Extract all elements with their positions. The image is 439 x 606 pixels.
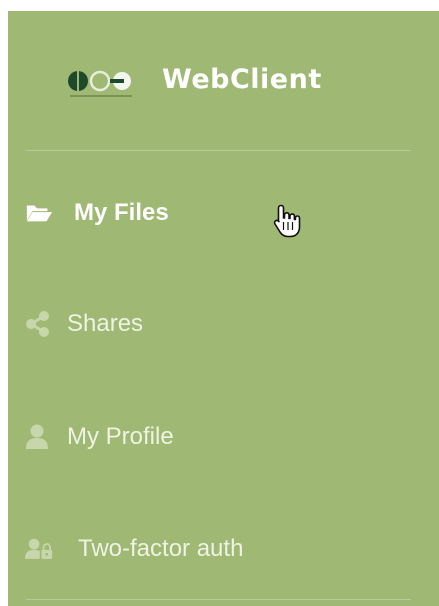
sidebar-item-shares[interactable]: Shares (8, 294, 439, 354)
sidebar-item-label: Two-factor auth (78, 535, 244, 562)
company-logo[interactable] (65, 67, 137, 103)
user-lock-icon (25, 537, 53, 561)
brand-header: WebClient (8, 11, 439, 151)
sidebar: WebClient My Files Shares My Profile Two… (8, 11, 439, 606)
sidebar-item-my-profile[interactable]: My Profile (8, 407, 439, 467)
sidebar-item-label: My Profile (67, 423, 174, 450)
sidebar-item-my-files[interactable]: My Files (8, 183, 439, 243)
app-title: WebClient (162, 64, 322, 95)
user-icon (25, 424, 53, 449)
folder-open-icon (25, 201, 53, 225)
header-divider (26, 150, 411, 151)
footer-divider (26, 599, 411, 600)
sidebar-item-label: My Files (74, 199, 169, 226)
sidebar-item-two-factor-auth[interactable]: Two-factor auth (8, 519, 439, 579)
share-icon (25, 311, 53, 337)
sidebar-item-label: Shares (67, 310, 144, 337)
